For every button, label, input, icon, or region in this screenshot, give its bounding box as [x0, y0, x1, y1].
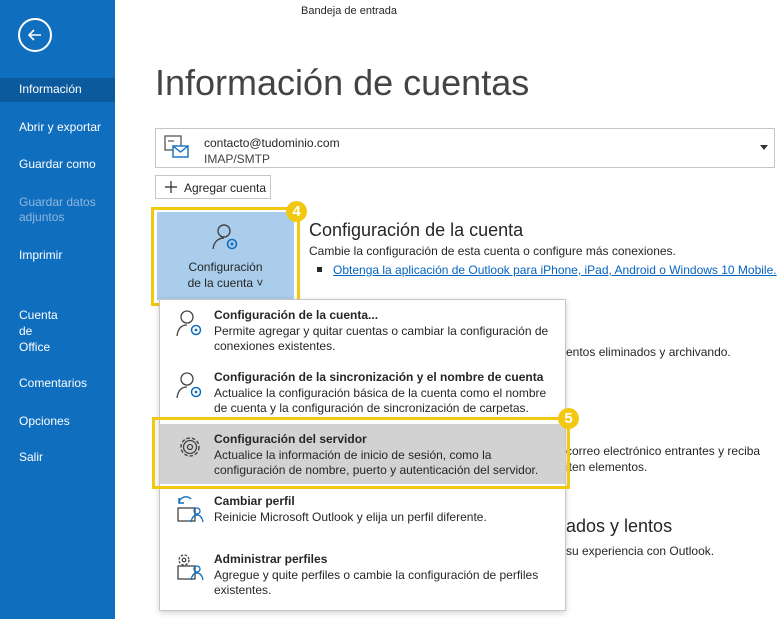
menu-item-description: Actualice la información de inicio de se… [214, 448, 539, 477]
user-gear-icon [176, 372, 202, 399]
menu-item-description: Reinicie Microsoft Outlook y elija un pe… [214, 510, 487, 524]
back-arrow-icon [27, 29, 41, 41]
nav-imprimir[interactable]: Imprimir [0, 248, 115, 263]
step-badge-4: 4 [286, 201, 307, 222]
chevron-down-icon [760, 145, 768, 150]
menu-item-title: Cambiar perfil [214, 494, 295, 508]
account-email: contacto@tudominio.com [204, 136, 340, 150]
nav-opciones[interactable]: Opciones [0, 414, 115, 429]
account-settings-button[interactable]: Configuración de la cuenta ˅ [157, 212, 294, 300]
menu-item-description: Actualice la configuración básica de la … [214, 386, 547, 415]
menu-item-change-profile[interactable]: Cambiar perfil Reinicie Microsoft Outloo… [160, 486, 565, 542]
section-description: Cambie la configuración de esta cuenta o… [309, 244, 676, 258]
window-title: Bandeja de entrada [301, 5, 398, 17]
plus-icon [165, 181, 177, 193]
nav-comentarios[interactable]: Comentarios [0, 376, 115, 391]
add-account-label: Agregar cuenta [184, 181, 267, 195]
gear-icon [180, 437, 200, 457]
add-account-button[interactable]: Agregar cuenta [155, 175, 271, 199]
account-settings-menu: Configuración de la cuenta... Permite ag… [159, 299, 566, 611]
nav-guardar-adjuntos[interactable]: Guardar datos adjuntos [0, 195, 105, 225]
nav-informacion[interactable]: Información [0, 78, 115, 102]
mobile-app-link[interactable]: Obtenga la aplicación de Outlook para iP… [333, 263, 777, 277]
backstage-sidebar: Información Abrir y exportar Guardar com… [0, 0, 115, 619]
account-settings-label-line1: Configuración [188, 260, 263, 274]
menu-item-title: Administrar perfiles [214, 552, 328, 566]
menu-item-manage-profiles[interactable]: Administrar perfiles Agregue y quite per… [160, 544, 565, 608]
bg-text-fragment: entos eliminados y archivando. [566, 345, 731, 359]
back-button[interactable] [18, 18, 52, 52]
menu-item-title: Configuración de la cuenta... [214, 308, 379, 322]
menu-item-description: Permite agregar y quitar cuentas o cambi… [214, 324, 549, 353]
nav-abrir-exportar[interactable]: Abrir y exportar [0, 120, 115, 135]
account-selector[interactable]: contacto@tudominio.com IMAP/SMTP [155, 128, 775, 168]
menu-item-sync-settings[interactable]: Configuración de la sincronización y el … [160, 362, 565, 422]
bg-text-fragment: su experiencia con Outlook. [566, 544, 715, 558]
bullet-icon [317, 267, 322, 272]
menu-item-description: Agregue y quite perfiles o cambie la con… [214, 568, 539, 597]
mail-account-icon [164, 135, 189, 158]
bg-text-fragment: iten elementos. [566, 460, 648, 474]
step-badge-5: 5 [558, 408, 579, 429]
nav-cuenta-office[interactable]: Cuenta de Office [0, 307, 60, 355]
user-gear-icon [176, 310, 202, 337]
menu-item-title: Configuración de la sincronización y el … [214, 370, 544, 384]
menu-item-title: Configuración del servidor [214, 432, 367, 446]
menu-item-account-settings[interactable]: Configuración de la cuenta... Permite ag… [160, 300, 565, 360]
page-title: Información de cuentas [155, 62, 530, 103]
bg-heading-fragment: ados y lentos [566, 516, 673, 536]
nav-salir[interactable]: Salir [0, 450, 115, 465]
user-gear-icon [212, 224, 238, 250]
change-profile-icon [177, 496, 204, 523]
menu-item-server-settings[interactable]: Configuración del servidor Actualice la … [160, 424, 565, 484]
account-type: IMAP/SMTP [204, 152, 271, 166]
nav-guardar-como[interactable]: Guardar como [0, 157, 115, 172]
section-title: Configuración de la cuenta [309, 220, 524, 240]
account-settings-label-line2: de la cuenta ˅ [187, 276, 264, 290]
manage-profiles-icon [177, 554, 204, 581]
bg-text-fragment: correo electrónico entrantes y reciba [566, 444, 761, 458]
